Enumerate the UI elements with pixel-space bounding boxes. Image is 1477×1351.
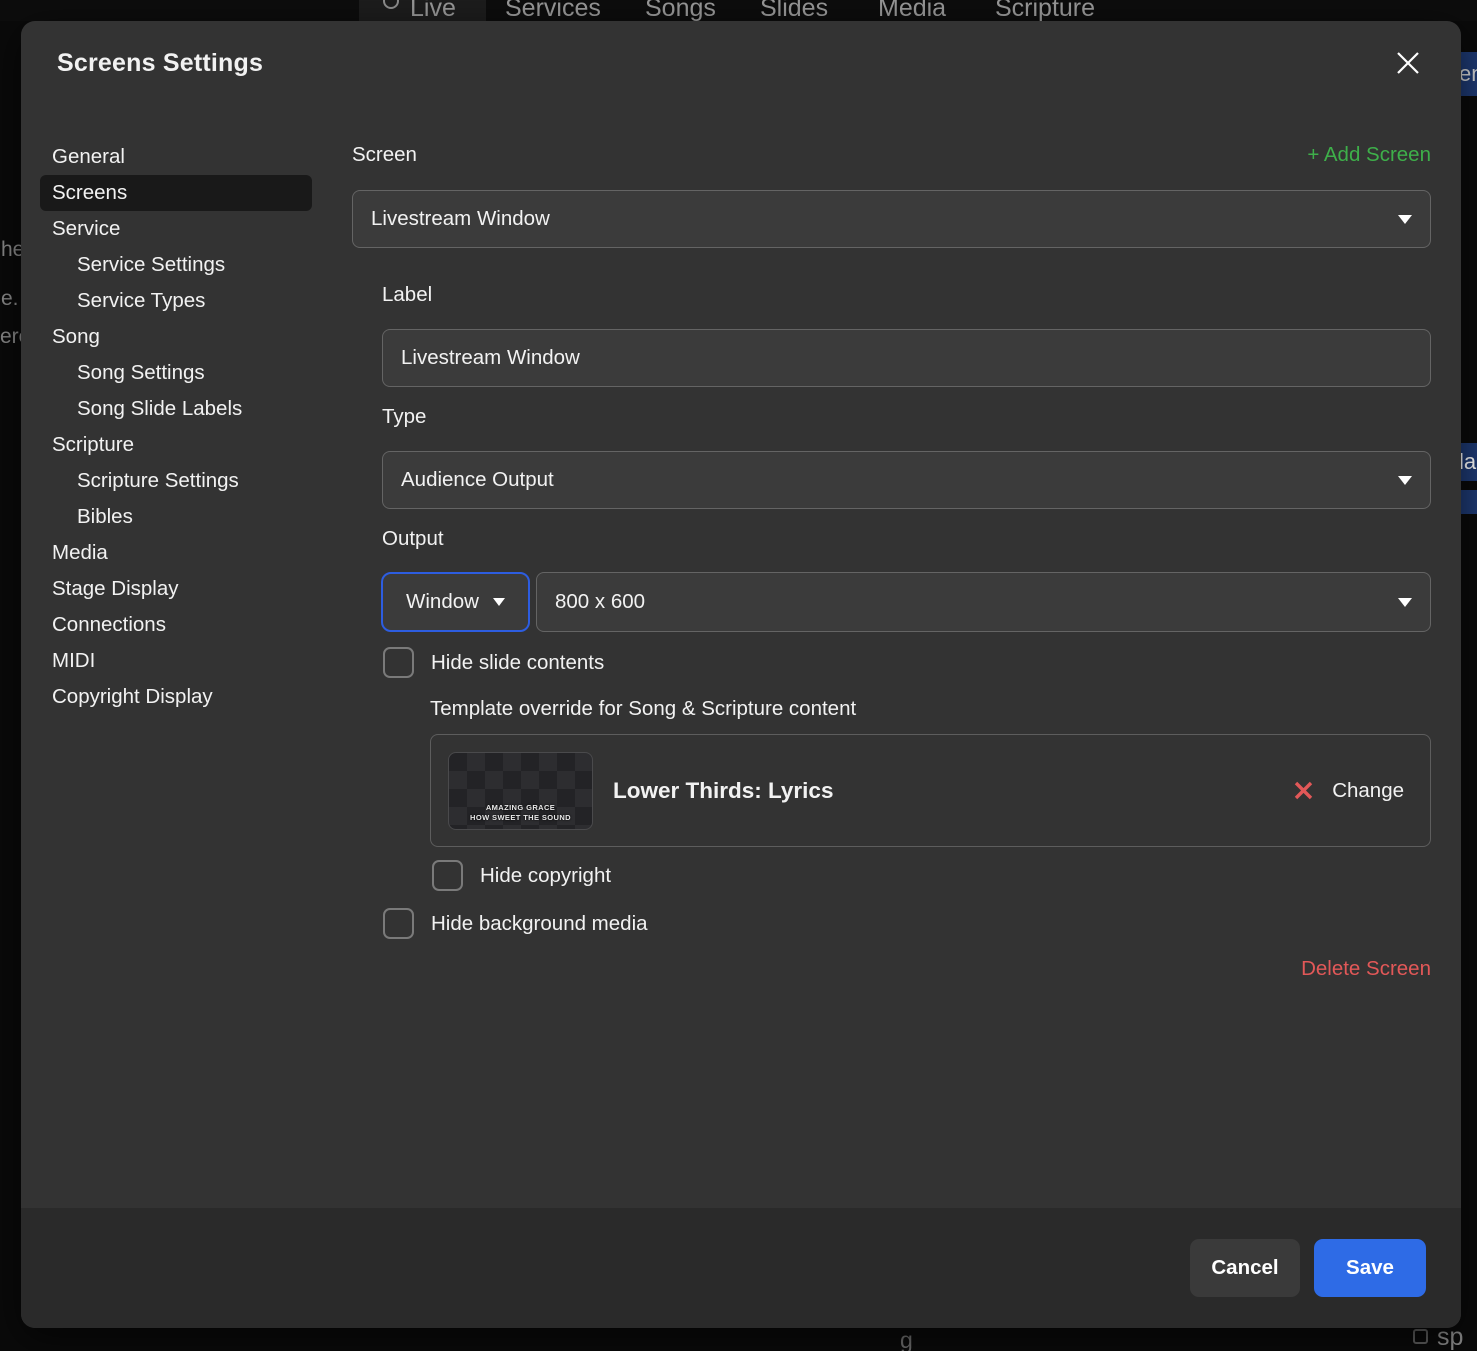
template-thumbnail: AMAZING GRACE HOW SWEET THE SOUND bbox=[448, 752, 593, 830]
template-name: Lower Thirds: Lyrics bbox=[613, 778, 833, 804]
type-select-value: Audience Output bbox=[401, 468, 554, 492]
sidebar-item-song[interactable]: Song bbox=[40, 319, 312, 355]
remove-x-icon bbox=[1293, 780, 1314, 801]
background-text-fragment: e. bbox=[1, 287, 19, 311]
nav-tab-slides[interactable]: Slides bbox=[760, 0, 828, 21]
template-thumbnail-text: AMAZING GRACE HOW SWEET THE SOUND bbox=[449, 803, 592, 823]
dialog-footer: Cancel Save bbox=[21, 1208, 1461, 1328]
chevron-down-icon bbox=[493, 598, 505, 606]
screen-label: Screen bbox=[352, 143, 417, 167]
change-template-label: Change bbox=[1332, 779, 1404, 803]
background-button-fragment: en bbox=[1459, 52, 1477, 96]
sidebar-item-song-settings[interactable]: Song Settings bbox=[40, 355, 312, 391]
background-text-fragment: g bbox=[900, 1327, 913, 1351]
chevron-down-icon bbox=[1398, 476, 1412, 485]
settings-sidebar: General Screens Service Service Settings… bbox=[40, 139, 312, 715]
sidebar-item-scripture-settings[interactable]: Scripture Settings bbox=[40, 463, 312, 499]
nav-tab-live[interactable]: Live bbox=[410, 0, 456, 21]
screens-settings-panel: Screen + Add Screen Livestream Window La… bbox=[352, 21, 1431, 1328]
sidebar-item-media[interactable]: Media bbox=[40, 535, 312, 571]
output-resolution-value: 800 x 600 bbox=[555, 590, 645, 614]
hide-background-media-label: Hide background media bbox=[431, 912, 648, 936]
sidebar-item-midi[interactable]: MIDI bbox=[40, 643, 312, 679]
background-icon-fragment bbox=[1413, 1329, 1428, 1344]
type-field-label: Type bbox=[382, 405, 426, 429]
nav-tab-songs[interactable]: Songs bbox=[645, 0, 716, 21]
top-nav: Live Services Songs Slides Media Scriptu… bbox=[0, 0, 1477, 21]
template-override-card: AMAZING GRACE HOW SWEET THE SOUND Lower … bbox=[430, 734, 1431, 847]
sidebar-item-service-types[interactable]: Service Types bbox=[40, 283, 312, 319]
hide-copyright-label: Hide copyright bbox=[480, 864, 611, 888]
sidebar-item-service[interactable]: Service bbox=[40, 211, 312, 247]
sidebar-item-stage-display[interactable]: Stage Display bbox=[40, 571, 312, 607]
delete-screen-button[interactable]: Delete Screen bbox=[1301, 957, 1431, 980]
nav-tab-scripture[interactable]: Scripture bbox=[995, 0, 1095, 21]
hide-copyright-checkbox[interactable] bbox=[432, 860, 463, 891]
sidebar-item-connections[interactable]: Connections bbox=[40, 607, 312, 643]
cancel-button[interactable]: Cancel bbox=[1190, 1239, 1300, 1297]
sidebar-item-scripture[interactable]: Scripture bbox=[40, 427, 312, 463]
save-button[interactable]: Save bbox=[1314, 1239, 1426, 1297]
chevron-down-icon bbox=[1398, 215, 1412, 224]
screen-select-value: Livestream Window bbox=[371, 207, 550, 231]
label-field-label: Label bbox=[382, 283, 432, 307]
output-mode-value: Window bbox=[406, 590, 479, 614]
hide-slide-contents-label: Hide slide contents bbox=[431, 651, 604, 675]
output-resolution-select[interactable]: 800 x 600 bbox=[536, 572, 1431, 632]
sidebar-item-song-slide-labels[interactable]: Song Slide Labels bbox=[40, 391, 312, 427]
output-field-label: Output bbox=[382, 527, 444, 551]
change-template-button[interactable]: Change bbox=[1293, 779, 1404, 803]
background-button-fragment bbox=[1459, 490, 1477, 514]
sidebar-item-service-settings[interactable]: Service Settings bbox=[40, 247, 312, 283]
sidebar-item-bibles[interactable]: Bibles bbox=[40, 499, 312, 535]
screens-settings-dialog: Screens Settings General Screens Service… bbox=[21, 21, 1461, 1328]
app-screen: Live Services Songs Slides Media Scriptu… bbox=[0, 0, 1477, 1351]
label-input[interactable] bbox=[382, 329, 1431, 387]
template-override-label: Template override for Song & Scripture c… bbox=[430, 697, 856, 721]
sidebar-item-copyright-display[interactable]: Copyright Display bbox=[40, 679, 312, 715]
dialog-title: Screens Settings bbox=[57, 49, 263, 78]
sidebar-item-screens[interactable]: Screens bbox=[40, 175, 312, 211]
hide-slide-contents-checkbox[interactable] bbox=[383, 647, 414, 678]
nav-tab-media[interactable]: Media bbox=[878, 0, 946, 21]
chevron-down-icon bbox=[1398, 598, 1412, 607]
background-button-fragment: la bbox=[1459, 443, 1477, 481]
hide-background-media-checkbox[interactable] bbox=[383, 908, 414, 939]
sidebar-item-general[interactable]: General bbox=[40, 139, 312, 175]
screen-select[interactable]: Livestream Window bbox=[352, 190, 1431, 248]
type-select[interactable]: Audience Output bbox=[382, 451, 1431, 509]
output-mode-select[interactable]: Window bbox=[381, 572, 530, 632]
nav-tab-services[interactable]: Services bbox=[505, 0, 601, 21]
add-screen-button[interactable]: + Add Screen bbox=[1307, 143, 1431, 167]
